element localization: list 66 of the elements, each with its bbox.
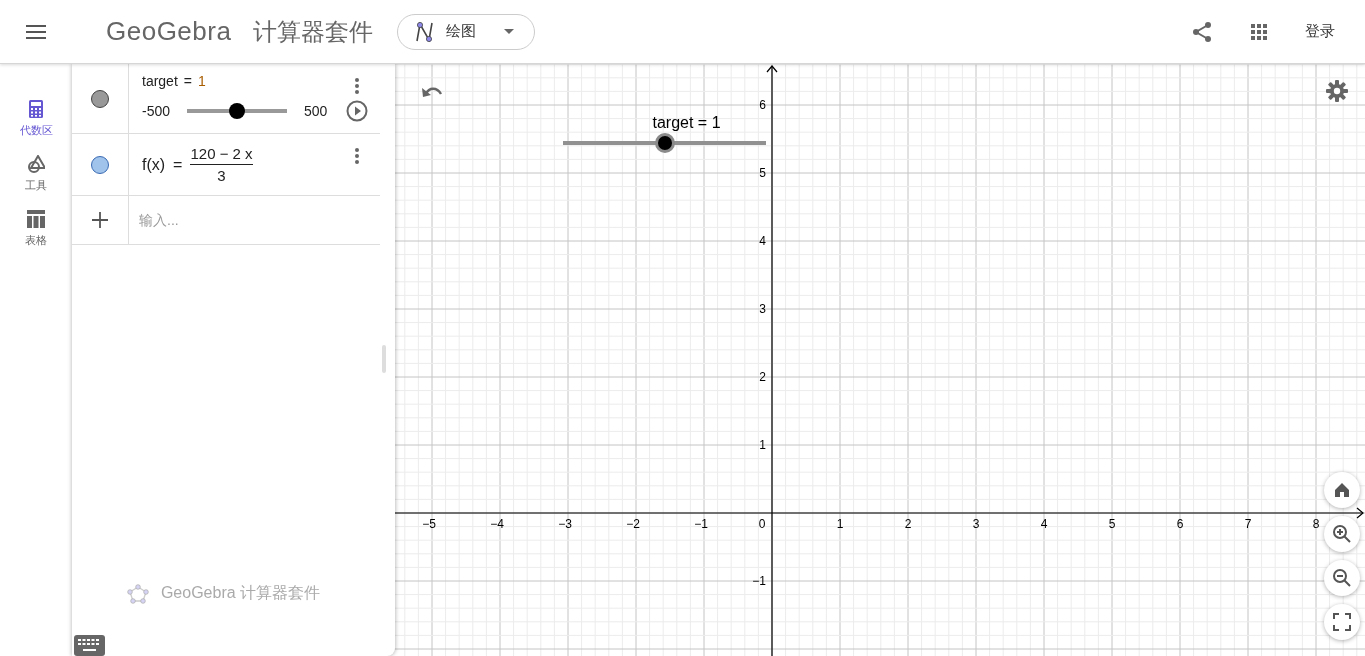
axis-label: −1 — [694, 517, 708, 531]
calculator-icon — [27, 100, 45, 119]
share-icon[interactable] — [1191, 20, 1213, 43]
axis-label: 4 — [1040, 517, 1048, 531]
equals-sign: = — [183, 73, 192, 89]
login-button[interactable]: 登录 — [1305, 22, 1335, 41]
axis-label: 1 — [836, 517, 844, 531]
sidebar-tab[interactable]: 表格 — [25, 210, 47, 248]
app-title: 计算器套件 — [253, 16, 374, 47]
function-name: f(x) — [142, 155, 166, 174]
footer-brand: GeoGebra 计算器套件 — [126, 583, 321, 604]
apps-grid-icon[interactable] — [1251, 23, 1267, 40]
resize-handle[interactable] — [382, 345, 386, 373]
axis-label: 5 — [759, 166, 766, 180]
zoom-out-icon[interactable] — [1332, 568, 1352, 588]
settings-icon[interactable] — [1326, 80, 1348, 102]
slider-thumb[interactable] — [229, 103, 245, 119]
axis-label: 6 — [759, 98, 766, 112]
denominator: 3 — [217, 166, 226, 184]
axis-label: −3 — [558, 517, 572, 531]
slider-min: -500 — [142, 103, 172, 119]
axis-label: 5 — [1108, 517, 1116, 531]
slider-point[interactable] — [654, 133, 675, 153]
axis-label: 6 — [1176, 517, 1184, 531]
table-icon — [27, 210, 45, 229]
brand-logo: GeoGebra — [106, 16, 232, 47]
input-field[interactable]: 输入... — [129, 196, 380, 244]
variable-value: 1 — [198, 73, 206, 89]
menu-icon[interactable] — [26, 24, 46, 39]
more-icon[interactable] — [354, 78, 360, 94]
axis-label: 3 — [759, 302, 766, 316]
undo-icon[interactable] — [421, 85, 443, 99]
slider-max: 500 — [304, 103, 329, 119]
visibility-dot[interactable] — [91, 155, 109, 174]
graphics-view[interactable]: −5 −4 −3 −2 −1 0 1 2 3 4 5 6 7 8 6 5 4 3 2 1 −1 target = 1 — [395, 64, 1365, 656]
axis-label: −1 — [752, 574, 766, 588]
keyboard-icon[interactable] — [74, 635, 105, 656]
slider-label: target = 1 — [652, 114, 721, 132]
equals-sign: = — [173, 155, 183, 174]
axis-label: 0 — [758, 517, 766, 531]
caret-icon — [504, 29, 515, 34]
axis-label: 8 — [1312, 517, 1320, 531]
sidebar-tab[interactable]: 工具 — [25, 155, 47, 193]
axis-label: 1 — [759, 438, 766, 452]
axis-label: 2 — [759, 370, 766, 384]
axis-label: −5 — [422, 517, 436, 531]
shapes-icon — [27, 155, 45, 174]
zoom-in-icon[interactable] — [1332, 524, 1352, 544]
more-icon[interactable] — [354, 148, 360, 164]
visibility-dot[interactable] — [91, 89, 109, 108]
app-switcher-dropdown[interactable]: 绘图 — [397, 13, 536, 50]
fullscreen-icon[interactable] — [1332, 612, 1352, 632]
variable-name: target — [142, 73, 178, 89]
sidebar-tab[interactable]: 代数区 — [19, 100, 53, 138]
plus-icon[interactable] — [92, 212, 108, 228]
axis-label: 3 — [972, 517, 980, 531]
axis-label: −4 — [490, 517, 504, 531]
graph-icon — [414, 20, 435, 43]
play-icon[interactable] — [346, 100, 368, 122]
numerator: 120 − 2 x — [190, 145, 253, 165]
axis-label: 7 — [1244, 517, 1252, 531]
axis-label: −2 — [626, 517, 640, 531]
pentagon-icon — [126, 583, 149, 604]
axis-label: 2 — [904, 517, 912, 531]
home-icon[interactable] — [1332, 480, 1352, 500]
axis-label: 4 — [759, 234, 766, 248]
